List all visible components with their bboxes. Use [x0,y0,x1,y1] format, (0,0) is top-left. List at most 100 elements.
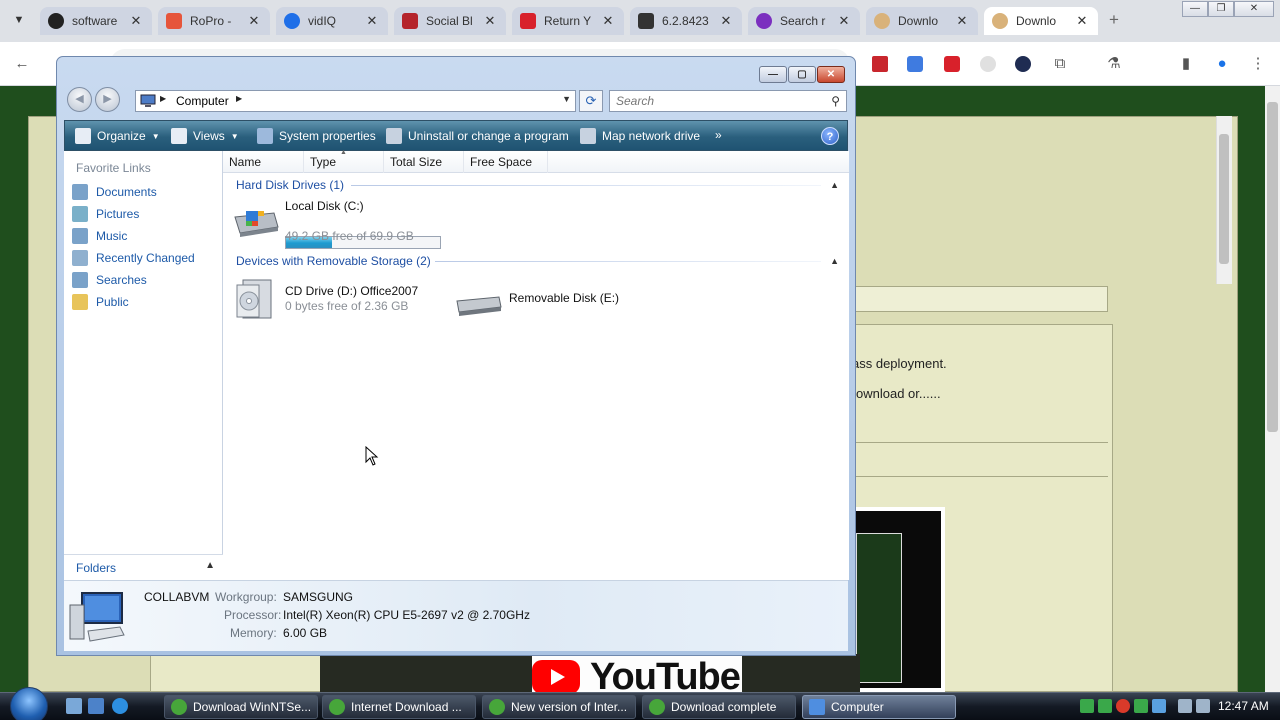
navigation-pane: Favorite Links Documents Pictures Music … [64,151,223,580]
youtube-logo[interactable]: YouTube [532,654,742,692]
volume-muted-icon[interactable] [1196,699,1210,713]
breadcrumb-computer[interactable]: Computer [176,94,229,108]
menu-kebab-icon[interactable]: ⋮ [1248,54,1268,74]
collapse-group-icon[interactable]: ▲ [830,180,839,190]
minimize-button[interactable]: — [759,66,787,83]
address-bar[interactable]: ▶ Computer ▶ ▼ [135,90,576,112]
extensions-puzzle-icon[interactable]: ⧉ [1050,54,1070,74]
breadcrumb-arrow-icon[interactable]: ▶ [160,94,166,103]
close-browser-button[interactable]: ✕ [1234,1,1274,17]
taskbar-item[interactable]: Internet Download ... [322,695,476,719]
search-input[interactable]: Search ⚲ [609,90,847,112]
switch-windows-icon[interactable] [88,698,104,714]
taskbar-item[interactable]: Download complete [642,695,796,719]
vidiq-extension-icon[interactable] [1015,56,1031,72]
close-tab-icon[interactable]: ✕ [246,13,262,29]
maximize-button[interactable]: ▢ [788,66,816,83]
folders-toggle[interactable]: Folders ▲ [64,554,223,580]
search-placeholder: Search [616,94,655,108]
close-button[interactable]: ✕ [817,66,845,83]
internet-explorer-icon[interactable] [112,698,128,714]
favorite-link-public[interactable]: Public [72,292,129,312]
close-tab-icon[interactable]: ✕ [364,13,380,29]
column-header-name[interactable]: Name [223,151,304,173]
start-button[interactable] [10,687,48,720]
extension-icon[interactable] [980,56,996,72]
tray-app-icon[interactable] [1098,699,1112,713]
favorite-link-searches[interactable]: Searches [72,270,147,290]
taskbar-item[interactable]: Download WinNTSe... [164,695,318,719]
inner-scrollbar-thumb[interactable] [1219,134,1229,264]
browser-tab[interactable]: RoPro - ✕ [158,7,270,35]
address-dropdown-icon[interactable]: ▼ [562,94,571,104]
back-button[interactable]: ◀ [67,87,92,112]
organize-button[interactable]: Organize ▼ [75,128,160,144]
favorite-link-music[interactable]: Music [72,226,127,246]
network-icon[interactable] [1178,699,1192,713]
page-input-field[interactable] [845,286,1108,312]
translate-extension-icon[interactable] [907,56,923,72]
side-panel-icon[interactable]: ▮ [1176,54,1196,74]
tab-title: Social Bl [426,14,473,28]
close-tab-icon[interactable]: ✕ [482,13,498,29]
taskbar-item-label: New version of Inter... [511,700,628,714]
more-commands-button[interactable]: » [715,128,722,142]
tray-warning-icon[interactable] [1116,699,1130,713]
tray-app-icon[interactable] [1134,699,1148,713]
taskbar-item-active[interactable]: Computer [802,695,956,719]
forward-button[interactable]: ▶ [95,87,120,112]
favorite-link-recently-changed[interactable]: Recently Changed [72,248,195,268]
browser-tab[interactable]: Social Bl ✕ [394,7,506,35]
favorite-link-documents[interactable]: Documents [72,182,157,202]
favorite-link-pictures[interactable]: Pictures [72,204,139,224]
page-scrollbar-thumb[interactable] [1267,102,1278,432]
favorite-links-heading: Favorite Links [76,161,151,175]
close-tab-icon[interactable]: ✕ [718,13,734,29]
system-properties-button[interactable]: System properties [257,128,376,144]
close-tab-icon[interactable]: ✕ [954,13,970,29]
column-header-total-size[interactable]: Total Size [384,151,464,173]
column-header-free-space[interactable]: Free Space [464,151,548,173]
search-icon[interactable]: ⚲ [831,94,840,108]
views-button[interactable]: Views ▼ [171,128,239,144]
minimize-browser-button[interactable]: — [1182,1,1208,17]
drive-e[interactable]: Removable Disk (E:) [453,275,653,325]
show-desktop-icon[interactable] [66,698,82,714]
browser-tab[interactable]: Search r ✕ [748,7,860,35]
close-tab-icon[interactable]: ✕ [1074,13,1090,29]
socialblade-extension-icon[interactable] [872,56,888,72]
browser-tab-active[interactable]: Downlo ✕ [984,7,1098,35]
browser-tab[interactable]: Downlo ✕ [866,7,978,35]
browser-tab[interactable]: vidIQ ✕ [276,7,388,35]
group-removable-storage[interactable]: Devices with Removable Storage (2) [236,254,431,268]
map-network-drive-button[interactable]: Map network drive [580,128,700,144]
taskbar-item[interactable]: New version of Inter... [482,695,636,719]
close-tab-icon[interactable]: ✕ [836,13,852,29]
uninstall-label: Uninstall or change a program [408,129,569,143]
video-thumbnail-phone [856,533,902,683]
back-arrow-icon[interactable]: ← [12,54,32,74]
tray-app-icon[interactable] [1080,699,1094,713]
restore-browser-button[interactable]: ❐ [1208,1,1234,17]
browser-tab[interactable]: 6.2.8423 ✕ [630,7,742,35]
breadcrumb-arrow-icon[interactable]: ▶ [236,94,242,103]
dislike-extension-icon[interactable] [944,56,960,72]
taskbar-clock[interactable]: 12:47 AM [1218,699,1269,713]
tray-app-icon[interactable] [1152,699,1166,713]
group-hard-disk-drives[interactable]: Hard Disk Drives (1) [236,178,344,192]
profile-icon[interactable]: ● [1212,54,1232,74]
collapse-group-icon[interactable]: ▲ [830,256,839,266]
drive-c[interactable]: Local Disk (C:) 49.2 GB free of 69.9 GB [223,195,453,249]
refresh-button[interactable]: ⟳ [579,90,603,112]
new-tab-icon[interactable]: + [1104,10,1124,30]
browser-tab[interactable]: Return Y ✕ [512,7,624,35]
uninstall-program-button[interactable]: Uninstall or change a program [386,128,569,144]
taskbar-item-label: Download WinNTSe... [193,700,312,714]
close-tab-icon[interactable]: ✕ [128,13,144,29]
help-icon[interactable]: ? [821,127,839,145]
tab-search-chevron-icon[interactable]: ▼ [8,10,30,30]
drive-d[interactable]: CD Drive (D:) Office2007 0 bytes free of… [223,275,433,325]
close-tab-icon[interactable]: ✕ [600,13,616,29]
labs-flask-icon[interactable]: ⚗ [1104,54,1124,74]
browser-tab[interactable]: software ✕ [40,7,152,35]
